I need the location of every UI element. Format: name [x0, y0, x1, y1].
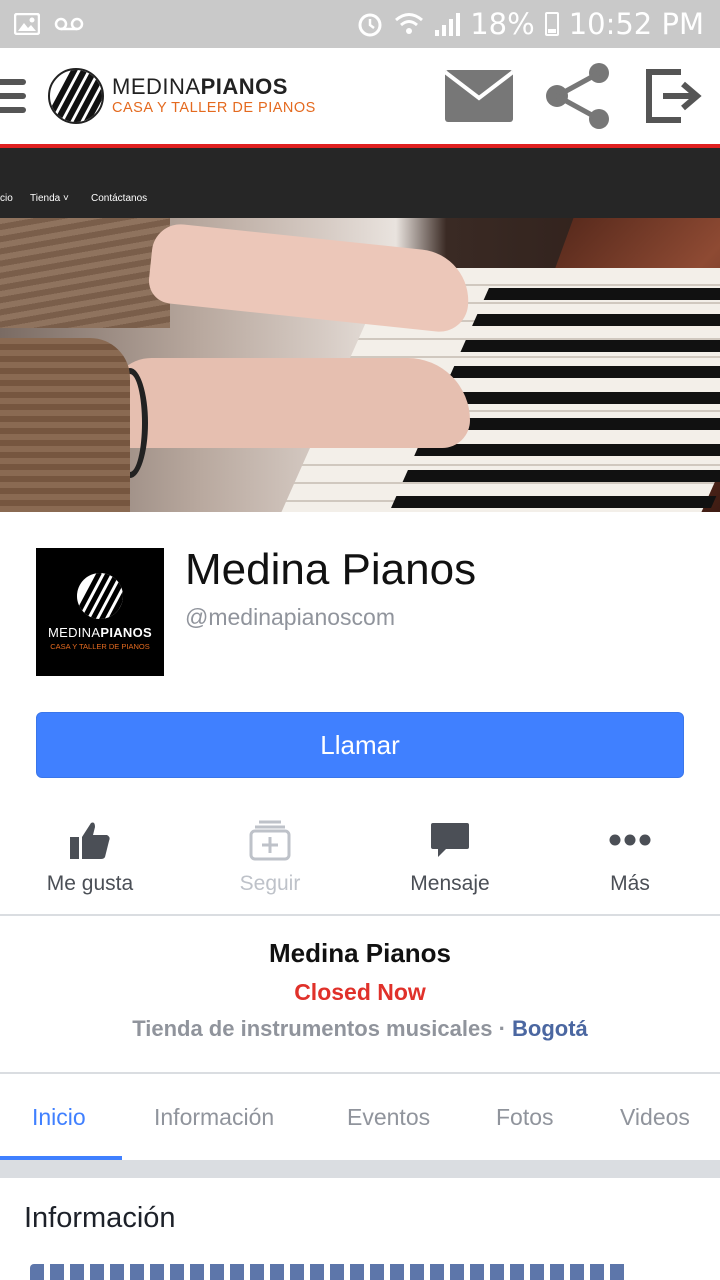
menu-icon[interactable] — [0, 79, 26, 113]
business-category[interactable]: Tienda de instrumentos musicales — [132, 1016, 492, 1041]
piano-logo-icon — [77, 573, 123, 619]
battery-icon — [544, 12, 559, 36]
cover-nav-item: Contáctanos — [91, 193, 148, 204]
app-header: MEDINAPIANOS CASA Y TALLER DE PIANOS — [0, 48, 720, 144]
follow-button[interactable]: Seguir — [180, 800, 360, 910]
brand-logo[interactable]: MEDINAPIANOS CASA Y TALLER DE PIANOS — [48, 68, 316, 124]
follow-label: Seguir — [239, 872, 301, 895]
piano-hands-photo — [0, 218, 720, 512]
cover-nav-item: Tienda ˅ — [30, 193, 69, 204]
image-icon — [14, 13, 40, 35]
tab-fotos[interactable]: Fotos — [496, 1104, 554, 1131]
category-separator: · — [498, 1016, 506, 1041]
call-button[interactable]: Llamar — [36, 712, 684, 778]
page-title: Medina Pianos — [185, 545, 477, 594]
message-label: Mensaje — [410, 872, 490, 895]
piano-logo-icon — [48, 68, 104, 124]
more-button[interactable]: Más — [540, 800, 720, 910]
signal-icon — [435, 13, 461, 36]
profile-avatar[interactable]: MEDINAPIANOS CASA Y TALLER DE PIANOS — [36, 548, 164, 676]
open-status: Closed Now — [294, 979, 426, 1005]
brand-name-light: MEDINA — [112, 74, 201, 100]
share-icon — [546, 63, 609, 129]
like-label: Me gusta — [46, 872, 134, 895]
tab-eventos[interactable]: Eventos — [347, 1104, 430, 1131]
brand-tagline: CASA Y TALLER DE PIANOS — [112, 100, 316, 117]
wifi-icon — [395, 13, 424, 34]
message-icon — [431, 823, 469, 857]
cover-photo[interactable]: cio Tienda ˅ Contáctanos — [0, 148, 720, 512]
status-bar: 18% 10:52 PM — [0, 0, 720, 48]
page-handle: @medinapianoscom — [185, 604, 396, 630]
section-title: Información — [24, 1202, 176, 1234]
phone-numbers-row[interactable] — [30, 1264, 630, 1280]
follow-icon — [249, 820, 291, 861]
more-icon — [609, 834, 651, 846]
action-bar: Me gusta Seguir Mensaje Más — [0, 800, 720, 910]
alarm-icon — [358, 13, 382, 37]
mail-icon — [445, 70, 513, 122]
tab-videos[interactable]: Videos — [620, 1104, 690, 1131]
section-gap — [0, 1160, 720, 1178]
like-button[interactable]: Me gusta — [0, 800, 180, 910]
avatar-tagline: CASA Y TALLER DE PIANOS — [50, 642, 150, 651]
business-info-card: Medina Pianos Closed Now Tienda de instr… — [0, 938, 720, 1042]
clock: 10:52 PM — [568, 7, 704, 41]
business-name: Medina Pianos — [268, 938, 452, 968]
cover-nav-item: cio — [0, 193, 13, 204]
mail-button[interactable] — [442, 48, 516, 144]
brand-name-bold: PIANOS — [200, 74, 288, 100]
divider — [0, 914, 720, 916]
tab-informacion[interactable]: Información — [154, 1104, 274, 1131]
tab-inicio[interactable]: Inicio — [32, 1104, 86, 1131]
more-label: Más — [610, 872, 650, 895]
avatar-brand-light: MEDINA — [47, 625, 101, 640]
logout-icon — [646, 69, 702, 123]
logout-button[interactable] — [638, 48, 708, 144]
cover-site-nav: cio Tienda ˅ Contáctanos — [0, 148, 720, 218]
share-button[interactable] — [540, 48, 614, 144]
page-tabs: Inicio Información Eventos Fotos Videos — [0, 1074, 720, 1160]
battery-percent: 18% — [470, 7, 535, 41]
thumbs-up-icon — [70, 822, 110, 859]
business-city[interactable]: Bogotá — [512, 1016, 588, 1041]
voicemail-icon — [54, 17, 84, 31]
avatar-brand-bold: PIANOS — [100, 625, 152, 640]
message-button[interactable]: Mensaje — [360, 800, 540, 910]
